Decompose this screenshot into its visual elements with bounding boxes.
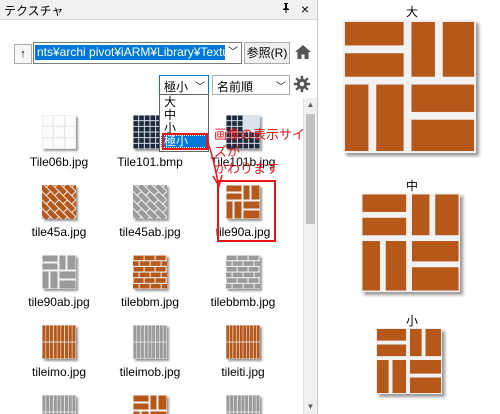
texture-thumbnail[interactable] [226, 395, 260, 414]
texture-filename: tileimo.jpg [31, 365, 87, 379]
sort-order-select[interactable]: 名前順 ﹀ [212, 75, 290, 95]
medium-texture-sample [361, 193, 460, 292]
panel-titlebar: テクスチャ × [0, 0, 317, 20]
up-folder-button[interactable]: ↑ [14, 44, 32, 64]
callout-highlight-option [162, 133, 208, 150]
texture-thumbnail[interactable] [133, 395, 167, 414]
large-size-label: 大 [405, 5, 418, 19]
texture-filename: tileiti.jpg [221, 365, 265, 379]
texture-filename: tilebbm.jpg [120, 295, 180, 309]
chevron-down-icon: ﹀ [276, 82, 286, 93]
sort-order-value: 名前順 [217, 80, 254, 94]
scroll-down-icon[interactable]: ▼ [304, 400, 317, 414]
texture-thumbnail[interactable] [226, 325, 260, 359]
texture-panel: テクスチャ × ↑ nts¥archi pivot¥iARM¥Library¥T… [0, 0, 318, 414]
close-icon[interactable]: × [298, 1, 312, 17]
texture-filename: Tile06b.jpg [29, 155, 89, 169]
path-text[interactable]: nts¥archi pivot¥iARM¥Library¥Texture [35, 45, 241, 60]
texture-filename: tileimob.jpg [119, 365, 181, 379]
texture-filename: tile45ab.jpg [119, 225, 181, 239]
texture-thumbnail[interactable] [42, 115, 76, 149]
panel-title: テクスチャ [4, 4, 64, 18]
chevron-down-icon[interactable]: ﹀ [225, 43, 241, 63]
texture-filename: tile90ab.jpg [28, 295, 90, 309]
texture-filename: Tile101.bmp [117, 155, 183, 169]
texture-thumbnail[interactable] [42, 185, 76, 219]
home-icon[interactable] [293, 42, 313, 62]
medium-size-label: 中 [405, 179, 418, 193]
scroll-up-icon[interactable]: ▲ [304, 98, 317, 112]
gear-icon[interactable] [293, 75, 311, 93]
browse-button[interactable]: 参照(R) [244, 42, 290, 64]
texture-thumbnail[interactable] [42, 395, 76, 414]
texture-filename: tile45a.jpg [31, 225, 87, 239]
texture-thumbnail[interactable] [133, 255, 167, 289]
thumbnail-size-value: 極小 [164, 80, 189, 94]
callout-arrow-icon [206, 139, 223, 188]
path-combobox[interactable]: nts¥archi pivot¥iARM¥Library¥Texture ﹀ [33, 42, 242, 64]
pin-icon[interactable] [279, 2, 293, 16]
thumbnail-size-select[interactable]: 極小 ﹀ [159, 75, 209, 95]
small-texture-sample [376, 328, 442, 394]
texture-thumbnail[interactable] [42, 325, 76, 359]
large-texture-sample [343, 20, 476, 153]
texture-filename: tilebbmb.jpg [210, 295, 276, 309]
texture-thumbnail[interactable] [133, 185, 167, 219]
texture-thumbnail[interactable] [133, 325, 167, 359]
texture-thumbnail[interactable] [42, 255, 76, 289]
small-size-label: 小 [405, 314, 418, 328]
texture-thumbnail[interactable] [226, 255, 260, 289]
chevron-down-icon: ﹀ [195, 82, 205, 93]
